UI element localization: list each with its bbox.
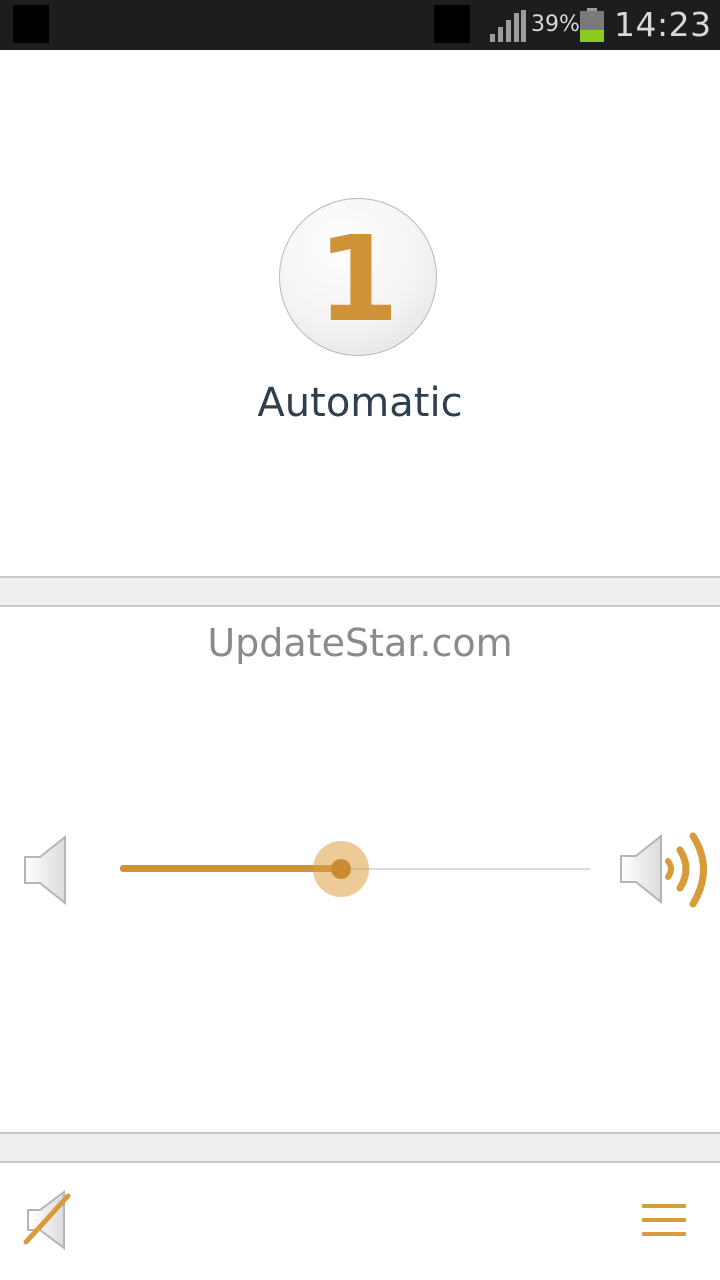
program-button[interactable]: 1: [279, 198, 437, 356]
menu-bar-line: [642, 1232, 686, 1236]
menu-bar-line: [642, 1218, 686, 1222]
volume-slider-fill: [120, 865, 341, 872]
battery-percent: 39%: [531, 12, 580, 37]
battery-icon: [580, 8, 604, 42]
notification-icon: [13, 5, 49, 43]
clock: 14:23: [614, 5, 712, 44]
device-name-label: UpdateStar.com: [207, 621, 513, 665]
program-name: Automatic: [257, 380, 463, 426]
hamburger-menu-icon[interactable]: [640, 1202, 688, 1238]
speaker-low-icon[interactable]: [22, 835, 70, 905]
signal-strength-icon: [490, 10, 526, 42]
section-divider: [0, 576, 720, 607]
speaker-high-icon[interactable]: [618, 828, 714, 912]
status-bar: 39% 14:23: [0, 0, 720, 50]
menu-bar-line: [642, 1204, 686, 1208]
section-divider-bottom: [0, 1132, 720, 1163]
volume-slider-thumb[interactable]: [330, 859, 351, 879]
speaker-muted-icon[interactable]: [20, 1190, 74, 1250]
program-number: 1: [316, 210, 400, 348]
notification-icon-2: [434, 5, 470, 43]
